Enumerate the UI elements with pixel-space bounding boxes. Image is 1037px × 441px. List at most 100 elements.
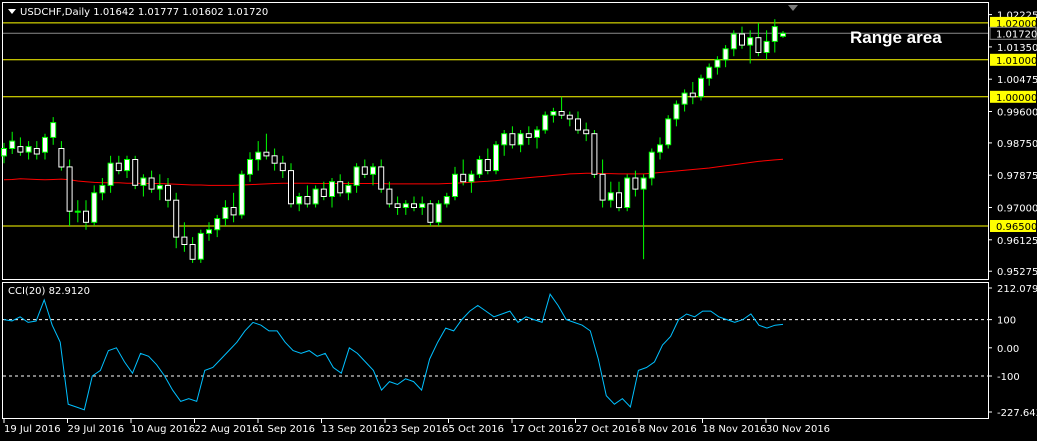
time-tick-label: 30 Nov 2016 [766, 424, 830, 435]
chart-canvas[interactable]: 1.022251.013501.004750.996000.987500.978… [0, 0, 1037, 441]
candle-body [575, 118, 581, 131]
price-axis: 1.022251.013501.004750.996000.987500.978… [988, 11, 1037, 278]
candle-body [534, 129, 540, 138]
candle-body [476, 159, 483, 175]
price-tick-label: 0.97000 [997, 204, 1037, 215]
candle-body [345, 184, 352, 194]
candle-body [1, 148, 7, 157]
chart-shift-marker-icon[interactable] [788, 5, 798, 11]
price-tick-label: 0.98750 [997, 139, 1037, 150]
candle-body [115, 162, 122, 172]
candle-body [165, 184, 171, 201]
price-tick-label: 0.95275 [997, 267, 1037, 278]
candle-body [616, 192, 622, 209]
range-area-annotation: Range area [850, 28, 942, 47]
candle-body [780, 32, 786, 37]
candle-body [452, 173, 458, 198]
time-tick-label: 5 Oct 2016 [449, 424, 504, 435]
candle-body [238, 173, 245, 216]
level-price-label: 0.96500 [996, 222, 1037, 233]
candle-body [99, 184, 106, 194]
candle-body [648, 151, 655, 179]
price-tick-label: 0.99600 [997, 108, 1037, 119]
candle-body [624, 177, 631, 208]
cci-tick-label: 100 [997, 316, 1016, 327]
candle-body [17, 146, 24, 153]
candle-body [230, 207, 237, 216]
candle-body [320, 188, 327, 198]
time-tick-label: 19 Jul 2016 [4, 424, 61, 435]
candle-body [197, 232, 204, 260]
candle-body [353, 166, 360, 186]
candle-body [566, 114, 573, 120]
current-price-label: 1.01720 [996, 29, 1037, 40]
main-plot [1, 19, 988, 263]
candle-body [33, 148, 40, 155]
candle-body [304, 196, 311, 205]
candle-body [681, 92, 688, 105]
candle-body [419, 203, 426, 209]
candle-body [206, 229, 212, 234]
price-tick-label: 1.00475 [997, 75, 1037, 86]
symbol-info: USDCHF,Daily 1.01642 1.01777 1.01602 1.0… [20, 7, 268, 18]
candle-body [747, 37, 754, 46]
candle-body [107, 162, 114, 186]
time-tick-label: 8 Nov 2016 [639, 424, 697, 435]
candle-body [730, 33, 737, 50]
candle-body [279, 162, 286, 172]
candle-body [361, 166, 368, 175]
candle-body [83, 210, 89, 223]
candle-body [599, 173, 606, 201]
candle-body [509, 133, 516, 146]
level-price-label: 1.01000 [996, 56, 1037, 67]
indicator-frame [2, 282, 989, 419]
candle-body [468, 173, 475, 183]
candle-body [517, 133, 524, 146]
candle-body [706, 66, 713, 79]
candle-body [698, 77, 704, 98]
candle-body [296, 196, 303, 205]
candle-body [427, 203, 434, 223]
candle-body [378, 166, 385, 190]
time-axis: 19 Jul 2016 29 Jul 2016 10 Aug 2016 22 Aug … [3, 419, 830, 435]
candle-body [493, 144, 499, 172]
candle-body [25, 146, 32, 153]
candle-body [771, 26, 778, 42]
chart-menu-triangle-icon[interactable] [8, 9, 16, 14]
candle-body [9, 140, 16, 150]
candle-body [370, 166, 376, 175]
time-tick-label: 10 Aug 2016 [131, 424, 195, 435]
time-tick-label: 1 Sep 2016 [258, 424, 315, 435]
cci-plot [3, 293, 988, 411]
candle-body [657, 144, 663, 153]
candle-body [58, 148, 65, 168]
candle-body [394, 203, 401, 209]
candle-body [689, 92, 696, 98]
candle-body [148, 177, 155, 190]
candle-body [542, 114, 549, 131]
candle-body [525, 133, 532, 138]
candle-body [263, 151, 270, 157]
candle-body [435, 203, 442, 223]
indicator-label: CCI(20) 82.9120 [8, 286, 90, 297]
candle-body [181, 236, 188, 246]
candle-body [402, 203, 409, 209]
cci-tick-label: 0.00 [997, 344, 1019, 355]
price-tick-label: 0.96125 [997, 236, 1037, 247]
cci-tick-label: 212.0792 [997, 284, 1037, 295]
cci-tick-label: -227.6436 [997, 408, 1037, 419]
candle-body [411, 203, 417, 209]
candle-body [484, 159, 491, 172]
candle-body [337, 181, 344, 194]
price-tick-label: 0.97875 [997, 171, 1037, 182]
candle-body [386, 188, 393, 205]
level-price-label: 1.00000 [996, 93, 1037, 104]
candle-body [460, 173, 467, 183]
candle-body [665, 118, 672, 146]
candle-body [591, 133, 598, 175]
candle-body [722, 48, 729, 61]
candle-body [214, 218, 221, 231]
candle-body [640, 177, 647, 190]
time-tick-label: 18 Nov 2016 [703, 424, 767, 435]
candle-body [255, 151, 262, 161]
